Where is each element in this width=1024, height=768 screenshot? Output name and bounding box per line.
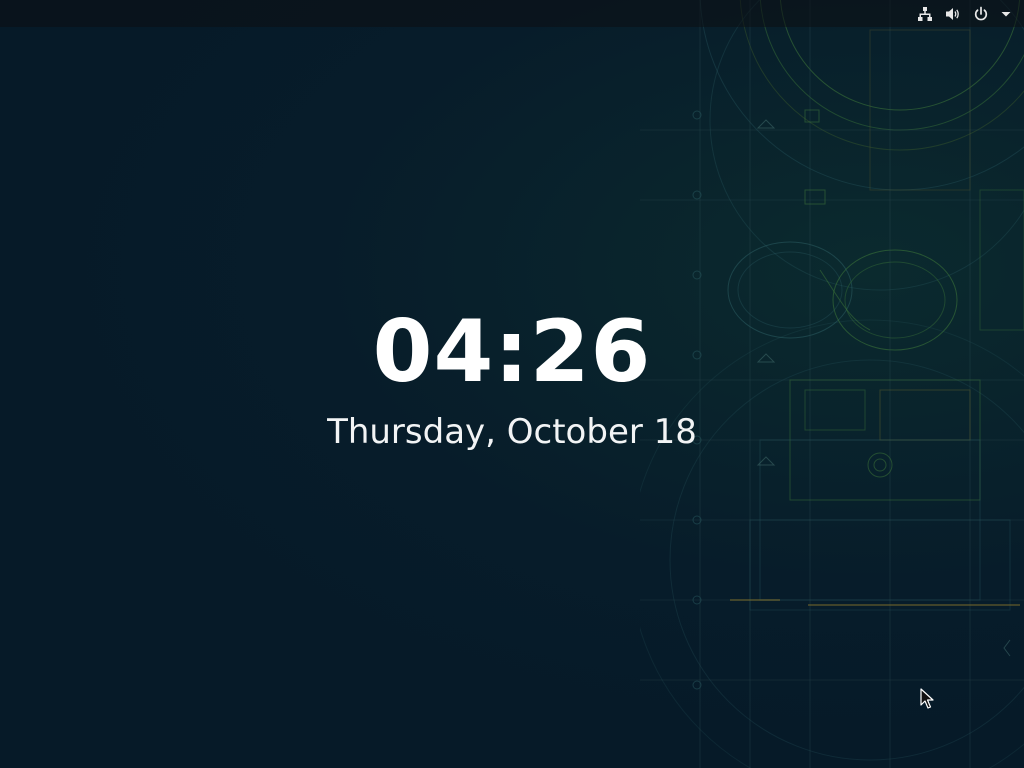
chevron-down-icon [1000,5,1012,23]
system-status-menu[interactable] [912,0,1016,27]
clock-date: Thursday, October 18 [327,412,697,452]
lock-screen[interactable]: 04:26 Thursday, October 18 [0,0,1024,768]
mouse-pointer-icon [920,688,934,709]
power-icon [972,5,990,23]
network-wired-icon [916,5,934,23]
top-bar [0,0,1024,27]
volume-icon [944,5,962,23]
clock-time: 04:26 [372,302,652,402]
lock-screen-clock: 04:26 Thursday, October 18 [0,300,1024,454]
